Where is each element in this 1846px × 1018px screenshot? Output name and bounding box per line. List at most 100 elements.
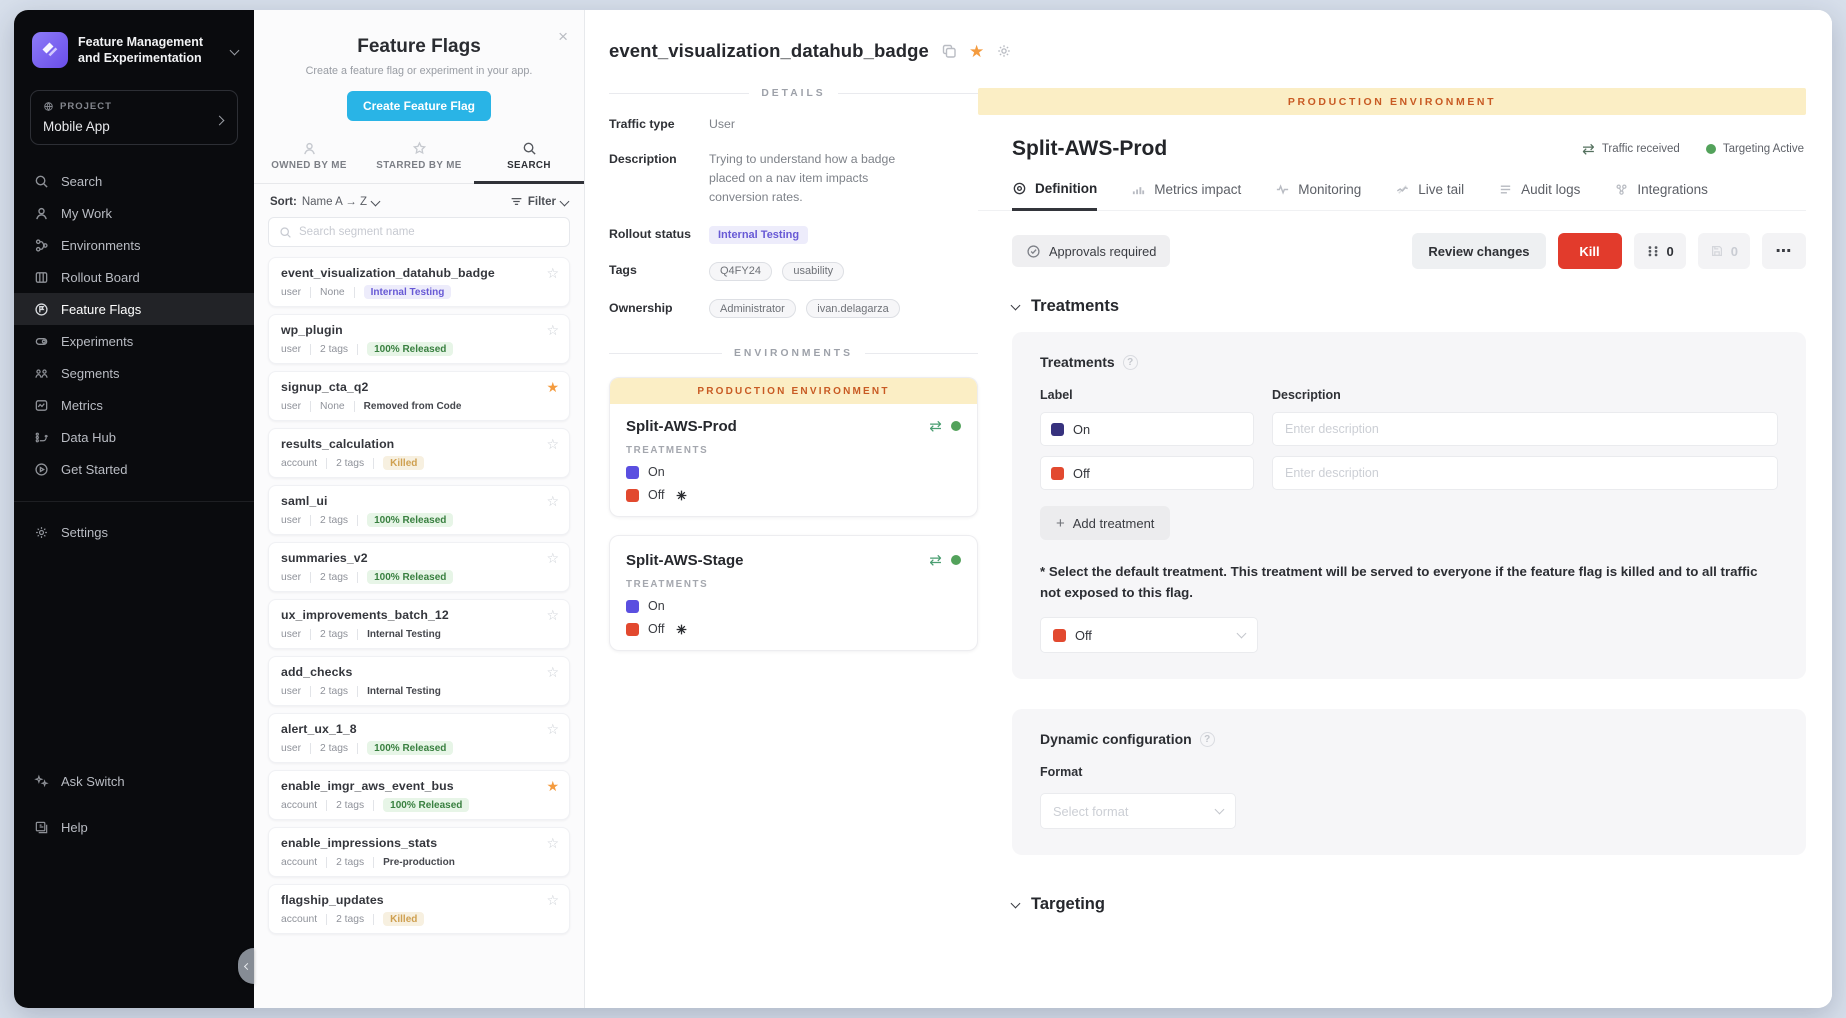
treatment-off-swatch: [626, 489, 639, 502]
star-icon[interactable]: [546, 266, 559, 280]
tab-live-tail[interactable]: Live tail: [1395, 181, 1464, 210]
traffic-arrows-icon: ⇄: [929, 551, 942, 569]
treatments-section-toggle[interactable]: Treatments: [978, 297, 1806, 316]
environment-card-prod[interactable]: PRODUCTION ENVIRONMENT Split-AWS-Prod ⇄ …: [609, 377, 978, 517]
close-icon[interactable]: ×: [558, 28, 568, 45]
flag-card[interactable]: signup_cta_q2 userNoneRemoved from Code: [268, 371, 570, 421]
flag-card[interactable]: wp_plugin user2 tags100% Released: [268, 314, 570, 364]
sidebar-item-metrics[interactable]: Metrics: [14, 389, 254, 421]
play-circle-icon: [34, 462, 49, 477]
tab-owned-by-me[interactable]: OWNED BY ME: [254, 137, 364, 183]
sidebar-item-help[interactable]: Help: [14, 804, 254, 850]
sidebar-item-settings[interactable]: Settings: [14, 516, 254, 548]
star-icon[interactable]: [546, 836, 559, 850]
star-icon[interactable]: [546, 779, 559, 793]
status-badge: Killed: [383, 456, 424, 470]
format-select[interactable]: Select format: [1040, 793, 1236, 829]
chevron-down-icon[interactable]: [230, 45, 240, 55]
dynamic-configuration-card: Dynamic configuration ? Format Select fo…: [1012, 709, 1806, 855]
ownership-label: Ownership: [609, 299, 709, 319]
star-icon[interactable]: [546, 494, 559, 508]
chevron-down-icon: [371, 197, 381, 207]
sidebar-item-rollout-board[interactable]: Rollout Board: [14, 261, 254, 293]
treatment-on-input[interactable]: On: [1040, 412, 1254, 446]
tag-pill[interactable]: usability: [782, 262, 844, 281]
brand[interactable]: Feature Management and Experimentation: [14, 10, 254, 78]
status-badge: 100% Released: [367, 570, 453, 584]
owner-pill[interactable]: Administrator: [709, 299, 796, 318]
sidebar-item-get-started[interactable]: Get Started: [14, 453, 254, 485]
sidebar-item-my-work[interactable]: My Work: [14, 197, 254, 229]
treatment-off-input[interactable]: Off: [1040, 456, 1254, 490]
create-feature-flag-button[interactable]: Create Feature Flag: [347, 91, 491, 121]
info-icon[interactable]: ?: [1123, 355, 1138, 370]
flag-card[interactable]: flagship_updates account2 tagsKilled: [268, 884, 570, 934]
tab-metrics-impact[interactable]: Metrics impact: [1131, 181, 1241, 210]
sidebar-item-ask-switch[interactable]: Ask Switch: [14, 758, 254, 804]
sidebar-item-environments[interactable]: Environments: [14, 229, 254, 261]
person-icon: [34, 206, 49, 221]
treatment-on-description-input[interactable]: [1272, 412, 1778, 446]
tab-search[interactable]: SEARCH: [474, 137, 584, 184]
tab-integrations[interactable]: Integrations: [1614, 181, 1708, 210]
copy-icon[interactable]: [941, 43, 957, 59]
tab-monitoring[interactable]: Monitoring: [1275, 181, 1361, 210]
filter-control[interactable]: Filter: [510, 195, 568, 208]
sort-control[interactable]: Sort: Name A → Z: [270, 196, 379, 208]
environments-icon: [34, 238, 49, 253]
kill-button[interactable]: Kill: [1558, 233, 1622, 269]
star-icon[interactable]: [546, 665, 559, 679]
status-badge: 100% Released: [367, 741, 453, 755]
sidebar-item-segments[interactable]: Segments: [14, 357, 254, 389]
star-icon[interactable]: [546, 893, 559, 907]
status-badge: Removed from Code: [364, 399, 469, 413]
split-logo-icon: [32, 32, 68, 68]
bar-chart-icon: [1131, 182, 1146, 197]
star-icon[interactable]: [546, 608, 559, 622]
environment-card-stage[interactable]: Split-AWS-Stage ⇄ TREATMENTS On Off: [609, 535, 978, 651]
tab-definition[interactable]: Definition: [1012, 181, 1097, 211]
owner-pill[interactable]: ivan.delagarza: [806, 299, 900, 318]
save-count-button[interactable]: 0: [1698, 233, 1750, 269]
star-icon[interactable]: [546, 551, 559, 565]
flag-card[interactable]: enable_imgr_aws_event_bus account2 tags1…: [268, 770, 570, 820]
label-column-header: Label: [1040, 388, 1272, 402]
star-icon[interactable]: [546, 323, 559, 337]
flag-card[interactable]: event_visualization_datahub_badge userNo…: [268, 257, 570, 307]
targeting-section-toggle[interactable]: Targeting: [978, 895, 1806, 914]
tab-starred-by-me[interactable]: STARRED BY ME: [364, 137, 474, 183]
sidebar-item-search[interactable]: Search: [14, 165, 254, 197]
approvals-required-toggle[interactable]: Approvals required: [1012, 235, 1170, 267]
panel-subtitle: Create a feature flag or experiment in y…: [254, 65, 584, 77]
flag-card[interactable]: summaries_v2 user2 tags100% Released: [268, 542, 570, 592]
tag-pill[interactable]: Q4FY24: [709, 262, 772, 281]
sidebar-item-data-hub[interactable]: Data Hub: [14, 421, 254, 453]
flag-card[interactable]: add_checks user2 tagsInternal Testing: [268, 656, 570, 706]
default-treatment-select[interactable]: Off: [1040, 617, 1258, 653]
sidebar-item-feature-flags[interactable]: Feature Flags: [14, 293, 254, 325]
treatment-off-description-input[interactable]: [1272, 456, 1778, 490]
more-actions-button[interactable]: ⋯: [1762, 233, 1806, 269]
segments-count-button[interactable]: 0: [1634, 233, 1686, 269]
project-selector[interactable]: PROJECT Mobile App: [30, 90, 238, 145]
sidebar-item-experiments[interactable]: Experiments: [14, 325, 254, 357]
flag-card[interactable]: saml_ui user2 tags100% Released: [268, 485, 570, 535]
gear-icon[interactable]: [996, 43, 1012, 59]
info-icon[interactable]: ?: [1200, 732, 1215, 747]
star-icon[interactable]: ★: [969, 43, 984, 60]
flag-card[interactable]: enable_impressions_stats account2 tagsPr…: [268, 827, 570, 877]
rollout-status-badge: Internal Testing: [709, 226, 808, 244]
tab-audit-logs[interactable]: Audit logs: [1498, 181, 1580, 210]
flag-card[interactable]: results_calculation account2 tagsKilled: [268, 428, 570, 478]
review-changes-button[interactable]: Review changes: [1412, 233, 1545, 269]
add-treatment-button[interactable]: + Add treatment: [1040, 506, 1170, 540]
star-icon[interactable]: [546, 437, 559, 451]
status-badge: 100% Released: [367, 513, 453, 527]
star-icon[interactable]: [546, 722, 559, 736]
star-icon[interactable]: [546, 380, 559, 394]
brand-title: Feature Management and Experimentation: [78, 34, 221, 67]
search-input[interactable]: [299, 226, 559, 238]
flag-card[interactable]: alert_ux_1_8 user2 tags100% Released: [268, 713, 570, 763]
search-box: [268, 217, 570, 247]
flag-card[interactable]: ux_improvements_batch_12 user2 tagsInter…: [268, 599, 570, 649]
